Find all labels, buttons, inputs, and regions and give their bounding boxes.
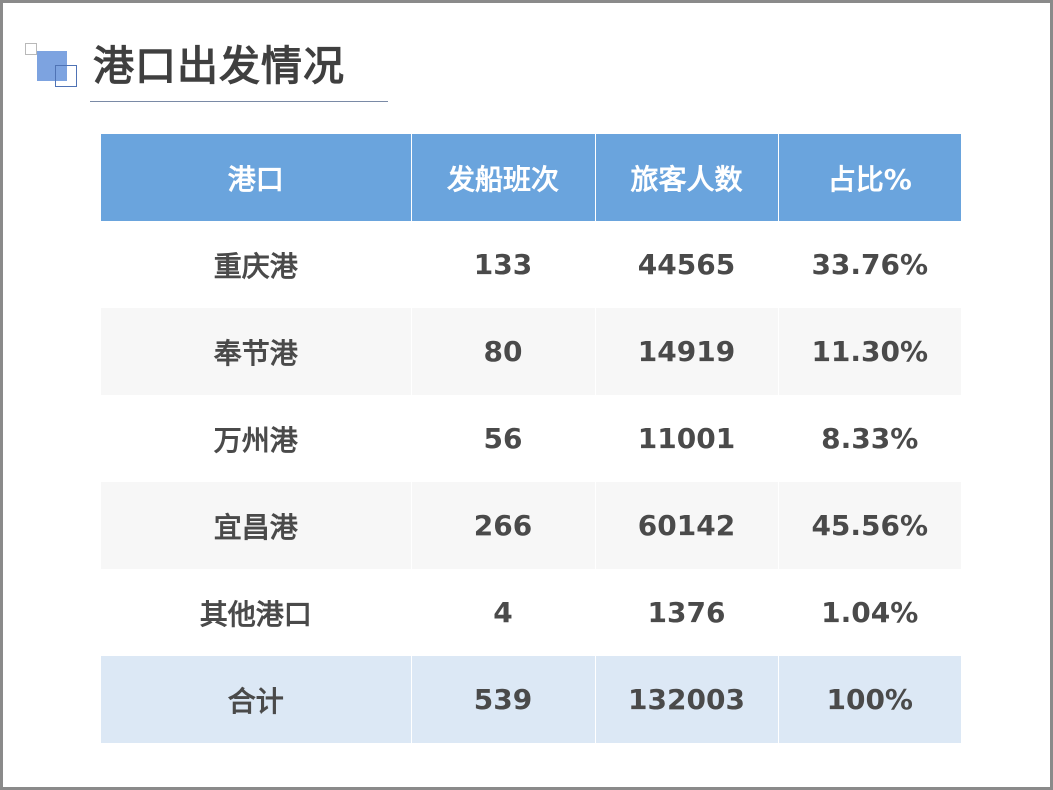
cell-port: 奉节港 (101, 308, 411, 395)
port-departure-table: 港口 发船班次 旅客人数 占比% 重庆港 133 44565 33.76% 奉节… (101, 134, 961, 743)
cell-passengers: 11001 (594, 395, 778, 482)
cell-share: 11.30% (777, 308, 961, 395)
page-title: 港口出发情况 (93, 42, 345, 90)
cell-total-sailings: 539 (410, 656, 595, 743)
header-passengers: 旅客人数 (594, 134, 778, 221)
cell-passengers: 60142 (594, 482, 778, 569)
header-sailings: 发船班次 (410, 134, 595, 221)
slide-frame: 港口出发情况 港口 发船班次 旅客人数 占比% 重庆港 133 44565 33… (0, 0, 1053, 790)
table-header-row: 港口 发船班次 旅客人数 占比% (101, 134, 961, 221)
cell-sailings: 80 (410, 308, 595, 395)
cell-sailings: 4 (410, 569, 595, 656)
cell-share: 8.33% (777, 395, 961, 482)
table-row: 重庆港 133 44565 33.76% (101, 221, 961, 308)
cell-passengers: 1376 (594, 569, 778, 656)
small-outline-square-icon (25, 43, 37, 55)
table-row: 万州港 56 11001 8.33% (101, 395, 961, 482)
table-total-row: 合计 539 132003 100% (101, 656, 961, 743)
cell-total-share: 100% (777, 656, 961, 743)
table-row: 奉节港 80 14919 11.30% (101, 308, 961, 395)
cell-port: 重庆港 (101, 221, 411, 308)
cell-port: 万州港 (101, 395, 411, 482)
cell-total-label: 合计 (101, 656, 411, 743)
cell-share: 33.76% (777, 221, 961, 308)
cell-port: 宜昌港 (101, 482, 411, 569)
cell-passengers: 44565 (594, 221, 778, 308)
cell-passengers: 14919 (594, 308, 778, 395)
cell-total-passengers: 132003 (594, 656, 778, 743)
cell-sailings: 133 (410, 221, 595, 308)
table-row: 其他港口 4 1376 1.04% (101, 569, 961, 656)
cell-port: 其他港口 (101, 569, 411, 656)
header-share: 占比% (777, 134, 961, 221)
title-underline (90, 101, 388, 102)
cell-share: 1.04% (777, 569, 961, 656)
outline-square-icon (55, 65, 77, 87)
cell-share: 45.56% (777, 482, 961, 569)
cell-sailings: 56 (410, 395, 595, 482)
table-row: 宜昌港 266 60142 45.56% (101, 482, 961, 569)
cell-sailings: 266 (410, 482, 595, 569)
title-decoration-squares-icon (25, 43, 79, 87)
header-port: 港口 (101, 134, 411, 221)
